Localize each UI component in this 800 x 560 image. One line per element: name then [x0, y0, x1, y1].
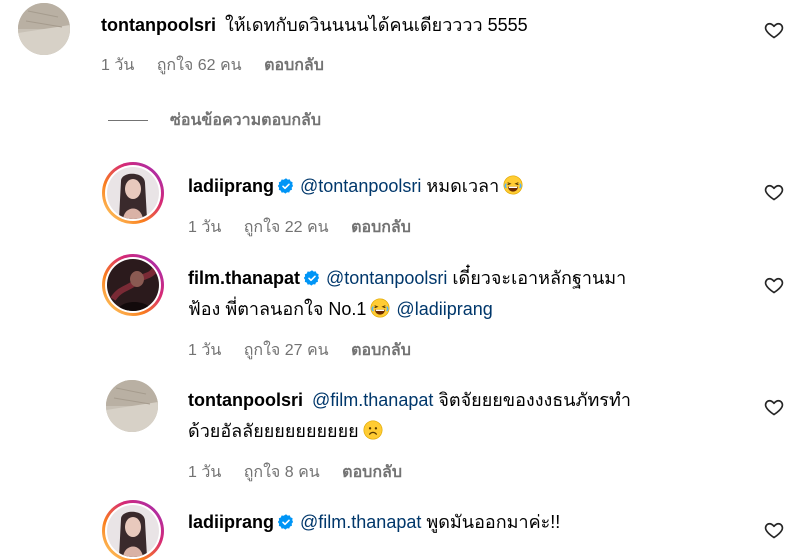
comment-body: เดี๋ยวจะเอาหลักฐานมา: [452, 268, 627, 288]
comment-meta: 1 วัน ถูกใจ 62 คน ตอบกลับ: [101, 53, 342, 78]
comment-body: พูดมันออกมาค่ะ!!: [426, 512, 561, 532]
comment-text: ladiiprang @tontanpoolsri หมดเวลา: [188, 173, 523, 199]
like-count[interactable]: ถูกใจ 8 คน: [244, 464, 320, 481]
laughing-tears-emoji-icon: [370, 298, 390, 318]
heart-icon[interactable]: [764, 20, 784, 40]
timestamp[interactable]: 1 วัน: [101, 57, 134, 74]
like-count[interactable]: ถูกใจ 27 คน: [244, 342, 329, 359]
comment-body: ให้เดทกับดวินนนนได้คนเดียวววว 5555: [225, 15, 528, 35]
comment-meta: 1 วัน ถูกใจ 27 คน ตอบกลับ: [188, 338, 429, 363]
divider-line: [108, 120, 148, 121]
username[interactable]: ladiiprang: [188, 512, 274, 532]
mention-link[interactable]: @tontanpoolsri: [326, 268, 447, 288]
like-count[interactable]: ถูกใจ 22 คน: [244, 219, 329, 236]
avatar[interactable]: [102, 162, 164, 224]
avatar[interactable]: [102, 500, 164, 560]
mention-link[interactable]: @film.thanapat: [312, 390, 433, 410]
comment-body: ฟ้อง พี่ตาลนอกใจ No.1: [188, 299, 367, 319]
heart-icon[interactable]: [764, 275, 784, 295]
avatar-image: [107, 259, 159, 311]
comment-meta: 1 วัน ถูกใจ 22 คน ตอบกลับ: [188, 215, 429, 240]
username[interactable]: film.thanapat: [188, 268, 300, 288]
username[interactable]: ladiiprang: [188, 176, 274, 196]
hide-replies-label: ซ่อนข้อความตอบกลับ: [170, 112, 321, 129]
comment-text-line2: ฟ้อง พี่ตาลนอกใจ No.1 @ladiiprang: [188, 296, 493, 322]
comment-body: ด้วยอัลลัยยยยยยยยยย: [188, 421, 359, 441]
mention-link[interactable]: @tontanpoolsri: [300, 176, 421, 196]
avatar[interactable]: [102, 254, 164, 316]
heart-icon[interactable]: [764, 520, 784, 540]
comment-text: film.thanapat @tontanpoolsri เดี๋ยวจะเอาห…: [188, 265, 626, 291]
avatar[interactable]: [106, 380, 158, 432]
comment-text: tontanpoolsri ให้เดทกับดวินนนนได้คนเดียว…: [101, 12, 528, 38]
mention-link[interactable]: @ladiiprang: [396, 299, 492, 319]
heart-icon[interactable]: [764, 182, 784, 202]
verified-badge-icon: [278, 178, 294, 194]
timestamp[interactable]: 1 วัน: [188, 219, 221, 236]
verified-badge-icon: [304, 270, 320, 286]
timestamp[interactable]: 1 วัน: [188, 342, 221, 359]
comment-text-line2: ด้วยอัลลัยยยยยยยยยย: [188, 418, 383, 444]
verified-badge-icon: [278, 514, 294, 530]
avatar-image: [18, 3, 70, 55]
mention-link[interactable]: @film.thanapat: [300, 512, 421, 532]
comment-text: tontanpoolsri @film.thanapat จิตจัยยยของ…: [188, 387, 631, 413]
username[interactable]: tontanpoolsri: [101, 15, 216, 35]
avatar-image: [107, 505, 159, 557]
username[interactable]: tontanpoolsri: [188, 390, 303, 410]
comment-body: จิตจัยยยของงงธนภัทรทำ: [438, 390, 631, 410]
hide-replies-button[interactable]: ซ่อนข้อความตอบกลับ: [108, 108, 321, 133]
comment-meta: 1 วัน ถูกใจ 8 คน ตอบกลับ: [188, 460, 420, 485]
laughing-tears-emoji-icon: [503, 175, 523, 195]
reply-button[interactable]: ตอบกลับ: [264, 57, 324, 74]
heart-icon[interactable]: [764, 397, 784, 417]
comment-text: ladiiprang @film.thanapat พูดมันออกมาค่ะ!…: [188, 509, 560, 535]
avatar[interactable]: [18, 3, 70, 55]
avatar-image: [106, 380, 158, 432]
sad-face-emoji-icon: [363, 420, 383, 440]
avatar-image: [107, 167, 159, 219]
reply-button[interactable]: ตอบกลับ: [351, 342, 411, 359]
timestamp[interactable]: 1 วัน: [188, 464, 221, 481]
comment-body: หมดเวลา: [426, 176, 500, 196]
like-count[interactable]: ถูกใจ 62 คน: [157, 57, 242, 74]
reply-button[interactable]: ตอบกลับ: [351, 219, 411, 236]
reply-button[interactable]: ตอบกลับ: [342, 464, 402, 481]
